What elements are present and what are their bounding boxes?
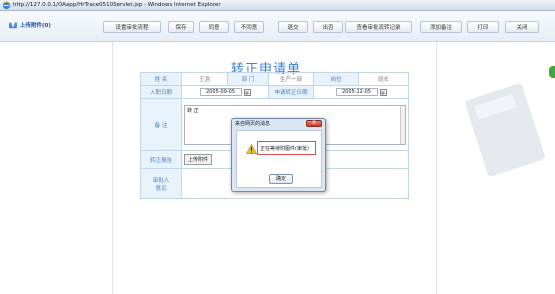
reject-button[interactable]: 不同意	[234, 21, 264, 33]
save-button[interactable]: 保存	[168, 21, 194, 33]
calendar-icon[interactable]: ▦	[243, 88, 251, 96]
close-button[interactable]: 关闭	[505, 21, 539, 33]
dialog-title: 来自网页的消息	[235, 121, 271, 127]
approve-button[interactable]: 同意	[199, 21, 229, 33]
dialog-close-button[interactable]: X	[306, 120, 322, 127]
apply-date-picker: 2005-12-05 ▦	[335, 88, 387, 96]
remark-text: 转 正	[187, 107, 199, 114]
position-label: 岗位	[313, 72, 359, 86]
dept-value: 生产一部	[268, 72, 314, 86]
remark-label: 备 注	[140, 98, 182, 151]
approver-opinion-label: 审批人 意见	[140, 168, 182, 199]
upload-attachments-link[interactable]: 上传附件(0)	[8, 21, 51, 29]
apply-date-cell: 2005-12-05 ▦	[313, 85, 409, 99]
window-titlebar: http://127.0.0.1/OAapp/HrTrace0510Servle…	[0, 0, 555, 11]
add-remark-button[interactable]: 添加备注	[420, 21, 462, 33]
calendar-icon[interactable]: ▦	[379, 88, 387, 96]
entry-date-label: 入职日期	[140, 85, 182, 99]
apply-date-input[interactable]: 2005-12-05	[335, 88, 378, 96]
upload-attachment-button[interactable]: 上传附件	[184, 154, 213, 165]
warning-icon	[246, 144, 257, 154]
print-button[interactable]: 打印	[467, 21, 499, 33]
entry-date-picker: 2005-09-05 ▦	[199, 88, 251, 96]
entry-date-input[interactable]: 2005-09-05	[199, 88, 242, 96]
name-label: 姓 名	[140, 72, 182, 86]
remark-scrollbar[interactable]	[400, 105, 405, 144]
report-label: 转正报告	[140, 150, 182, 169]
deny-button[interactable]: 出否	[313, 21, 343, 33]
action-toolbar: 上传附件(0) 设置审批流程 保存 同意 不同意 退交 出否 查看审批流转记录 …	[0, 11, 555, 42]
apply-date-label: 申请转正日期	[268, 85, 314, 99]
dialog-message: 正在等待附图件(审批)	[260, 146, 309, 152]
window-title: http://127.0.0.1/OAapp/HrTrace0510Servle…	[13, 2, 221, 8]
dialog-ok-button[interactable]: 确定	[269, 174, 293, 184]
return-button[interactable]: 退交	[278, 21, 308, 33]
view-approval-history-button[interactable]: 查看审批流转记录	[345, 21, 412, 33]
side-scroll-tab[interactable]	[549, 66, 555, 78]
upload-icon	[9, 21, 17, 29]
set-approval-flow-button[interactable]: 设置审批流程	[103, 21, 161, 33]
message-dialog: 来自网页的消息 X 正在等待附图件(审批) 确定	[231, 118, 326, 192]
name-value: 王浩	[181, 72, 228, 86]
calculator-watermark-image	[465, 83, 545, 177]
dialog-body: 正在等待附图件(审批) 确定	[236, 130, 322, 188]
entry-date-cell: 2005-09-05 ▦	[181, 85, 269, 99]
dept-label: 部 门	[227, 72, 269, 86]
ie-icon	[2, 1, 11, 10]
upload-attachments-label: 上传附件(0)	[20, 23, 51, 29]
position-value: 班长	[358, 72, 409, 86]
